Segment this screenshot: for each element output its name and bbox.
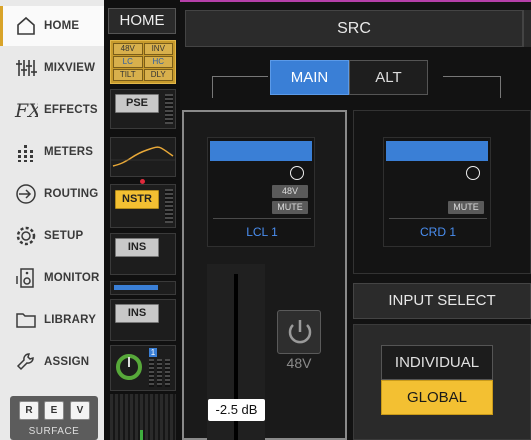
insert-1-button[interactable]: INS bbox=[115, 238, 159, 257]
phantom-tag: 48V bbox=[272, 185, 308, 198]
sidebar-item-routing[interactable]: ROUTING bbox=[0, 174, 104, 214]
sidebar-item-label: MIXVIEW bbox=[44, 62, 96, 74]
pse-button[interactable]: PSE bbox=[115, 94, 159, 113]
sidebar-item-home[interactable]: HOME bbox=[0, 6, 104, 46]
sidebar-item-label: ROUTING bbox=[44, 188, 99, 200]
sidebar-item-meters[interactable]: METERS bbox=[0, 132, 104, 172]
meters-icon bbox=[14, 140, 38, 164]
phantom-power-button[interactable] bbox=[277, 310, 321, 354]
sidebar-item-label: ASSIGN bbox=[44, 356, 90, 368]
send-fader-fill bbox=[114, 285, 158, 290]
global-button[interactable]: GLOBAL bbox=[381, 380, 493, 415]
sidebar-item-effects[interactable]: FX EFFECTS bbox=[0, 90, 104, 130]
sidebar-item-label: HOME bbox=[44, 20, 80, 32]
processing-summary-cell[interactable]: 48V INV LC HC TILT DLY bbox=[110, 40, 176, 84]
phantom-power-label: 48V bbox=[286, 355, 312, 371]
dynamics-cell[interactable]: 1 bbox=[110, 345, 176, 391]
channel-name: LCL 1 bbox=[246, 225, 278, 239]
svg-text:FX: FX bbox=[14, 100, 38, 122]
surface-label: SURFACE bbox=[28, 426, 80, 437]
channel-name: CRD 1 bbox=[419, 225, 456, 239]
nstr-cell[interactable]: NSTR bbox=[110, 184, 176, 228]
channel-color-bar bbox=[386, 141, 488, 161]
eq-curve bbox=[111, 146, 175, 167]
mute-tag: MUTE bbox=[272, 201, 308, 214]
insert-1-cell[interactable]: INS bbox=[110, 233, 176, 275]
tag-dly: DLY bbox=[143, 69, 173, 81]
src-header: SRC bbox=[185, 10, 523, 47]
gain-value-readout: -2.5 dB bbox=[208, 399, 265, 421]
tag-hc: HC bbox=[143, 56, 173, 68]
channel-select-circle[interactable] bbox=[290, 166, 304, 180]
routing-arrow-icon bbox=[14, 182, 38, 206]
src-right-edge bbox=[523, 10, 531, 47]
channel-select-circle[interactable] bbox=[466, 166, 480, 180]
power-icon bbox=[288, 320, 312, 344]
strip-title[interactable]: HOME bbox=[108, 8, 176, 34]
top-accent-line bbox=[180, 0, 531, 2]
nstr-button[interactable]: NSTR bbox=[115, 190, 159, 209]
bracket-left bbox=[212, 76, 268, 98]
wrench-icon bbox=[14, 350, 38, 374]
speaker-icon bbox=[14, 266, 38, 290]
channel-card-lcl1[interactable]: 48V MUTE LCL 1 bbox=[207, 137, 315, 247]
sidebar-item-assign[interactable]: ASSIGN bbox=[0, 342, 104, 382]
sidebar-item-mixview[interactable]: MIXVIEW bbox=[0, 48, 104, 88]
surface-panel: R E V SURFACE bbox=[10, 396, 98, 440]
surface-v-button[interactable]: V bbox=[70, 401, 90, 420]
channel-color-bar bbox=[210, 141, 312, 161]
sidebar-item-setup[interactable]: SETUP bbox=[0, 216, 104, 256]
sidebar-item-label: METERS bbox=[44, 146, 94, 158]
sidebar: HOME MIXVIEW FX EFFECTS METERS ROUTING S… bbox=[0, 0, 104, 440]
send-fader-cell[interactable] bbox=[110, 281, 176, 295]
mute-tag: MUTE bbox=[448, 201, 484, 214]
fx-icon: FX bbox=[14, 98, 38, 122]
sidebar-item-library[interactable]: LIBRARY bbox=[0, 300, 104, 340]
sidebar-item-label: MONITOR bbox=[44, 272, 100, 284]
dyn-meter-1 bbox=[149, 359, 154, 387]
individual-button[interactable]: INDIVIDUAL bbox=[381, 345, 493, 380]
folder-icon bbox=[14, 308, 38, 332]
eq-cell[interactable] bbox=[110, 137, 176, 177]
sidebar-item-label: LIBRARY bbox=[44, 314, 97, 326]
sidebar-item-label: EFFECTS bbox=[44, 104, 98, 116]
sidebar-item-monitor[interactable]: MONITOR bbox=[0, 258, 104, 298]
dyn-meter-2 bbox=[157, 359, 162, 387]
surface-e-button[interactable]: E bbox=[44, 401, 64, 420]
tab-main[interactable]: MAIN bbox=[270, 60, 349, 95]
mixer-sliders-icon bbox=[14, 56, 38, 80]
main-panel: SRC MAIN ALT 48V MUTE LCL 1 -2.5 dB 48V … bbox=[180, 0, 531, 440]
pse-meter bbox=[165, 94, 173, 124]
processing-tags-grid: 48V INV LC HC TILT DLY bbox=[113, 43, 173, 81]
insert-2-cell[interactable]: INS bbox=[110, 299, 176, 341]
tag-48v: 48V bbox=[113, 43, 143, 55]
tag-inv: INV bbox=[143, 43, 173, 55]
channel-divider bbox=[389, 218, 487, 219]
channel-strip: HOME 48V INV LC HC TILT DLY PSE NSTR INS… bbox=[104, 0, 180, 440]
tag-lc: LC bbox=[113, 56, 143, 68]
tab-alt[interactable]: ALT bbox=[349, 60, 428, 95]
home-icon bbox=[14, 14, 38, 38]
bottom-meter-green bbox=[140, 430, 143, 440]
insert-2-button[interactable]: INS bbox=[115, 304, 159, 323]
pse-cell[interactable]: PSE bbox=[110, 89, 176, 129]
nstr-meter bbox=[165, 189, 173, 223]
bracket-right bbox=[443, 76, 501, 98]
channel-divider bbox=[213, 218, 311, 219]
channel-number-badge: 1 bbox=[149, 348, 157, 357]
gain-knob-icon bbox=[116, 354, 142, 380]
gear-icon bbox=[14, 224, 38, 248]
channel-card-crd1[interactable]: MUTE CRD 1 bbox=[383, 137, 491, 247]
bottom-meters bbox=[110, 394, 176, 440]
sidebar-item-label: SETUP bbox=[44, 230, 84, 242]
surface-r-button[interactable]: R bbox=[19, 401, 39, 420]
tag-tilt: TILT bbox=[113, 69, 143, 81]
input-select-header: INPUT SELECT bbox=[353, 283, 531, 319]
dyn-meter-3 bbox=[165, 359, 170, 387]
